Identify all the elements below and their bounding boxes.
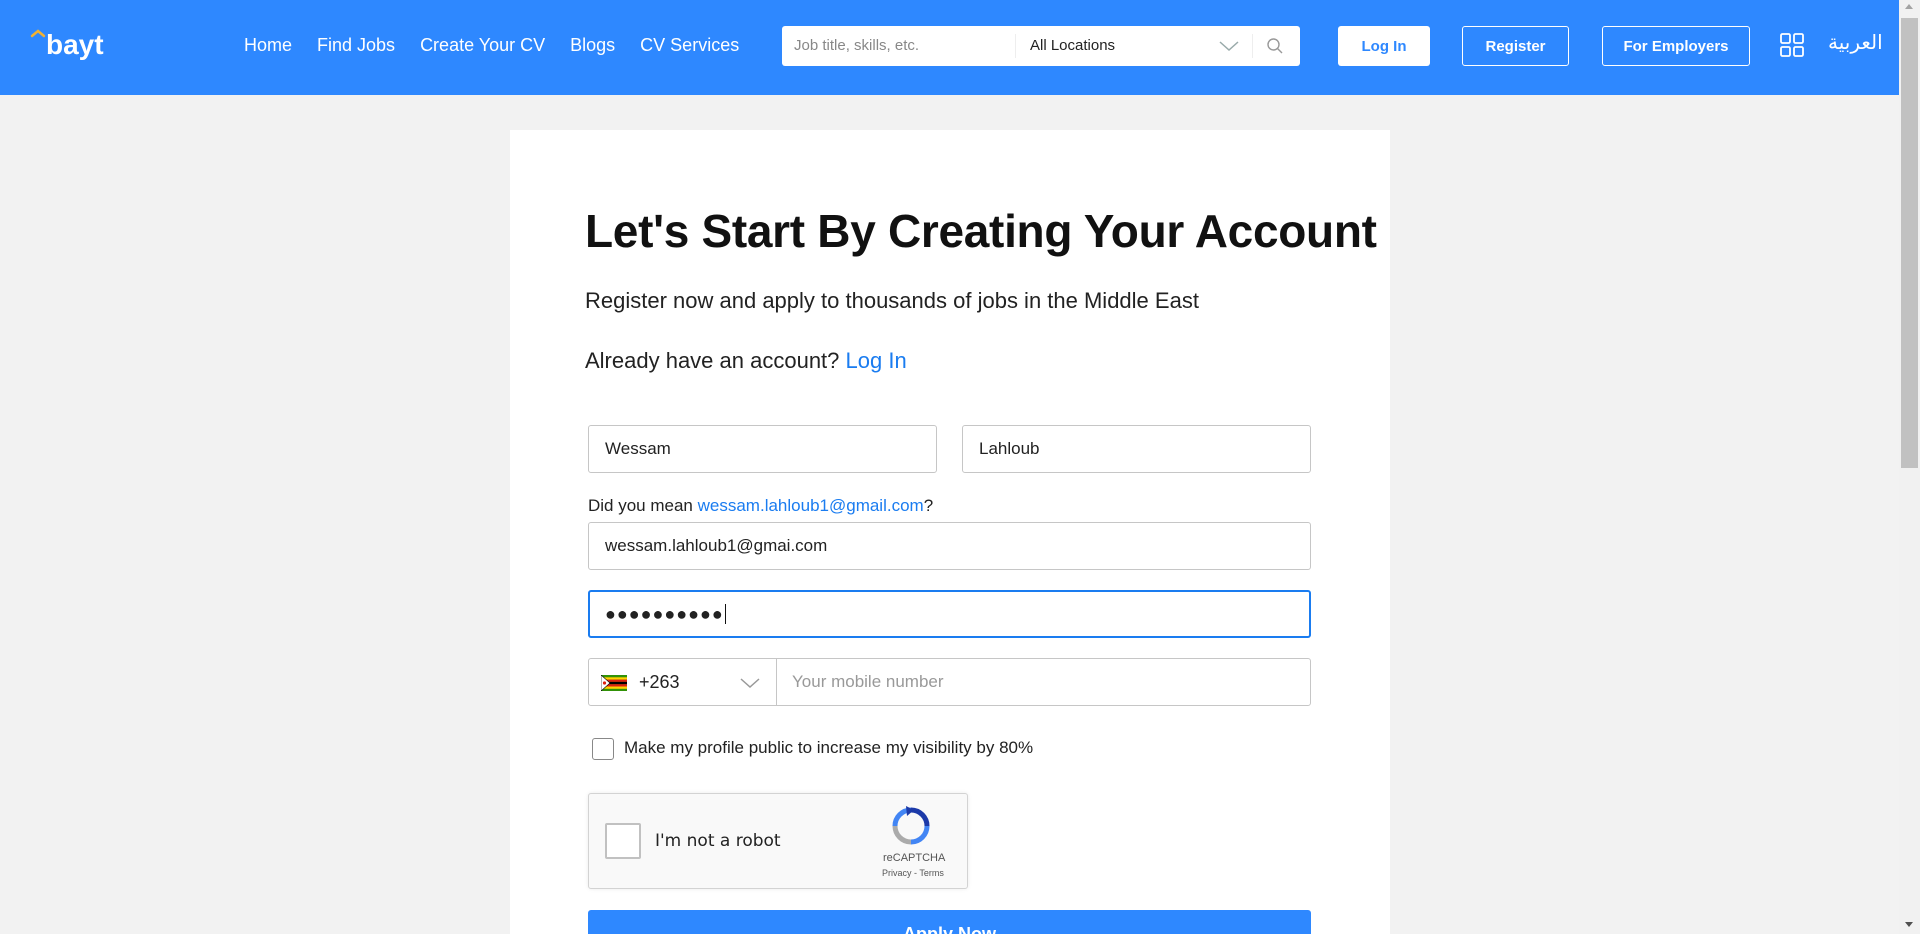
search-divider-2 — [1252, 34, 1253, 58]
page-subtitle: Register now and apply to thousands of j… — [585, 288, 1199, 313]
recaptcha-brand: reCAPTCHA — [883, 852, 946, 864]
scroll-thumb[interactable] — [1901, 18, 1918, 468]
have-account-label: Already have an account? — [585, 348, 840, 373]
registration-card: Let's Start By Creating Your Account Reg… — [510, 130, 1390, 934]
scroll-up-arrow-icon[interactable] — [1905, 4, 1913, 9]
password-value: ●●●●●●●●●● — [605, 603, 724, 624]
recaptcha-widget: I'm not a robot reCAPTCHA Privacy - Term… — [588, 793, 968, 889]
mobile-number-field[interactable]: Your mobile number — [776, 658, 1311, 706]
search-divider — [1015, 34, 1016, 58]
nav-find-jobs[interactable]: Find Jobs — [317, 33, 395, 57]
zimbabwe-flag-icon — [601, 675, 627, 691]
login-link[interactable]: Log In — [846, 348, 907, 373]
login-button[interactable]: Log In — [1338, 26, 1430, 66]
password-field[interactable]: ●●●●●●●●●● — [588, 590, 1311, 638]
main-nav: Home Find Jobs Create Your CV Blogs CV S… — [244, 33, 764, 57]
email-suggestion-suffix: ? — [923, 496, 934, 515]
email-field[interactable]: wessam.lahloub1@gmai.com — [588, 522, 1311, 570]
for-employers-button[interactable]: For Employers — [1602, 26, 1750, 66]
page-title: Let's Start By Creating Your Account — [585, 205, 1377, 257]
register-button[interactable]: Register — [1462, 26, 1569, 66]
public-profile-checkbox[interactable] — [592, 738, 614, 760]
search-icon[interactable] — [1266, 37, 1284, 55]
nav-blogs[interactable]: Blogs — [570, 33, 615, 57]
country-code-value: +263 — [639, 672, 680, 692]
search-input[interactable]: Job title, skills, etc. — [794, 37, 919, 54]
recaptcha-terms-link[interactable]: Privacy - Terms — [882, 868, 944, 878]
recaptcha-label: I'm not a robot — [655, 831, 781, 851]
nav-home[interactable]: Home — [244, 33, 292, 57]
have-account-text: Already have an account? Log In — [585, 348, 907, 374]
email-suggestion: Did you mean wessam.lahloub1@gmail.com? — [588, 496, 933, 516]
country-code-select[interactable]: +263 — [588, 658, 777, 706]
page-scrollbar[interactable] — [1899, 0, 1920, 934]
public-profile-label[interactable]: Make my profile public to increase my vi… — [624, 738, 1033, 758]
email-suggestion-link[interactable]: wessam.lahloub1@gmail.com — [698, 496, 924, 515]
nav-cv-services[interactable]: CV Services — [640, 33, 739, 57]
apply-now-button[interactable]: Apply Now — [588, 910, 1311, 934]
svg-text:bayt: bayt — [46, 29, 104, 60]
chevron-down-icon — [740, 678, 760, 689]
recaptcha-icon — [892, 806, 930, 845]
bayt-logo[interactable]: bayt — [30, 28, 142, 60]
job-search-bar: Job title, skills, etc. All Locations — [782, 26, 1300, 66]
language-switch[interactable]: العربية — [1828, 30, 1883, 55]
apps-grid-icon[interactable] — [1780, 33, 1804, 57]
recaptcha-checkbox[interactable] — [605, 823, 641, 859]
text-cursor — [724, 604, 726, 624]
nav-create-cv[interactable]: Create Your CV — [420, 33, 545, 57]
first-name-field[interactable]: Wessam — [588, 425, 937, 473]
chevron-down-icon[interactable] — [1218, 37, 1240, 55]
scroll-down-arrow-icon[interactable] — [1905, 922, 1913, 927]
top-header: bayt Home Find Jobs Create Your CV Blogs… — [0, 0, 1899, 95]
email-suggestion-prefix: Did you mean — [588, 496, 693, 515]
location-select[interactable]: All Locations — [1030, 37, 1115, 54]
last-name-field[interactable]: Lahloub — [962, 425, 1311, 473]
